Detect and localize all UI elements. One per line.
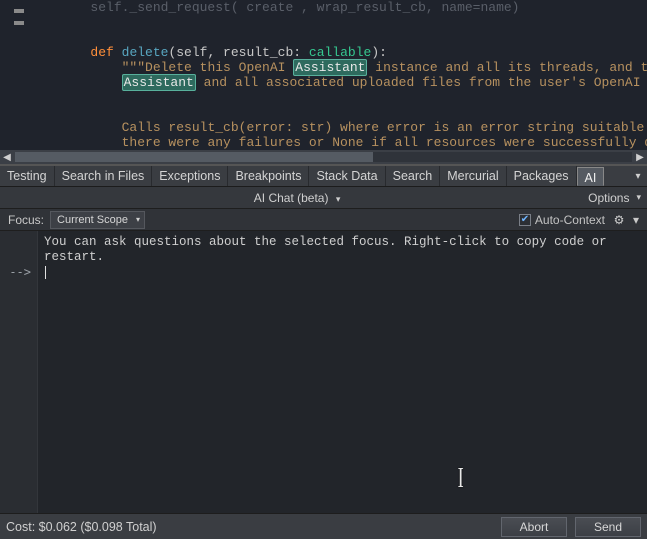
scroll-right-arrow-icon[interactable]: ▶ — [633, 150, 647, 164]
focus-scope-value: Current Scope — [57, 214, 128, 226]
tab-mercurial[interactable]: Mercurial — [440, 166, 506, 186]
send-button[interactable]: Send — [575, 517, 641, 537]
code-viewport[interactable]: self._send_request( create , wrap_result… — [28, 0, 647, 150]
ai-input-line[interactable] — [44, 265, 641, 280]
ai-focus-bar: Focus: Current Scope ▾ ✔ Auto-Context ⚙ … — [0, 209, 647, 231]
gear-icon: ⚙ — [614, 213, 625, 227]
scroll-left-arrow-icon[interactable]: ◀ — [0, 150, 14, 164]
ai-hint-line: You can ask questions about the selected… — [44, 235, 641, 250]
tab-stack-data[interactable]: Stack Data — [309, 166, 385, 186]
tab-exceptions[interactable]: Exceptions — [152, 166, 228, 186]
ai-panel-header: AI Chat (beta) ▾ Options ▾ — [0, 187, 647, 209]
focus-label: Focus: — [8, 213, 44, 227]
auto-context-label: Auto-Context — [535, 213, 605, 227]
auto-context-checkbox[interactable]: ✔ — [519, 214, 531, 226]
ai-panel: AI Chat (beta) ▾ Options ▾ Focus: Curren… — [0, 187, 647, 539]
ai-title-text: AI Chat (beta) — [254, 191, 329, 205]
tabs-spacer — [604, 166, 629, 186]
scrollbar-thumb[interactable] — [15, 152, 373, 162]
bottom-tabs: TestingSearch in FilesExceptionsBreakpoi… — [0, 165, 647, 187]
mouse-ibeam-cursor-icon: I — [458, 471, 464, 486]
tabs-overflow-icon[interactable]: ▾ — [629, 166, 647, 186]
ai-chat-body: --> You can ask questions about the sele… — [0, 231, 647, 513]
settings-button[interactable]: ⚙ — [611, 212, 627, 228]
ai-cost-display: Cost: $0.062 ($0.098 Total) — [6, 520, 495, 534]
horizontal-scrollbar[interactable]: ◀ ▶ — [0, 150, 647, 164]
focus-scope-dropdown[interactable]: Current Scope ▾ — [50, 211, 145, 229]
ai-chat-gutter: --> — [0, 231, 38, 513]
ai-options-menu[interactable]: Options ▾ — [588, 191, 641, 205]
scrollbar-track[interactable] — [15, 152, 632, 162]
ai-title-dropdown-icon[interactable]: ▾ — [336, 194, 341, 204]
code-editor-pane[interactable]: self._send_request( create , wrap_result… — [0, 0, 647, 165]
text-cursor — [45, 266, 46, 279]
chevron-down-icon: ▾ — [136, 215, 140, 224]
tab-testing[interactable]: Testing — [0, 166, 55, 186]
chevron-down-icon: ▾ — [636, 192, 641, 203]
editor-gutter — [0, 0, 28, 150]
fold-marker[interactable] — [14, 21, 24, 25]
tab-ai[interactable]: AI — [577, 167, 605, 186]
fold-marker[interactable] — [14, 9, 24, 13]
ai-hint-line: restart. — [44, 250, 641, 265]
tab-breakpoints[interactable]: Breakpoints — [228, 166, 309, 186]
auto-context-toggle[interactable]: ✔ Auto-Context — [519, 213, 605, 227]
ai-options-label: Options — [588, 191, 629, 205]
tab-packages[interactable]: Packages — [507, 166, 577, 186]
prompt-marker: --> — [0, 265, 37, 280]
ai-panel-title: AI Chat (beta) ▾ — [6, 191, 588, 205]
tab-search-in-files[interactable]: Search in Files — [55, 166, 153, 186]
abort-button[interactable]: Abort — [501, 517, 567, 537]
settings-dropdown-icon[interactable]: ▾ — [633, 213, 639, 227]
tab-search[interactable]: Search — [386, 166, 441, 186]
ai-panel-footer: Cost: $0.062 ($0.098 Total) Abort Send — [0, 513, 647, 539]
ai-chat-input[interactable]: You can ask questions about the selected… — [38, 231, 647, 513]
